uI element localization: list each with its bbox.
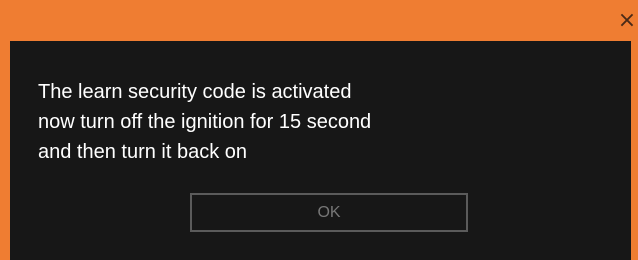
ok-button[interactable]: OK xyxy=(190,193,468,232)
dialog-title-bar: × xyxy=(0,0,638,41)
security-code-dialog: × The learn security code is activated n… xyxy=(0,0,638,260)
close-icon[interactable]: × xyxy=(616,6,638,36)
dialog-message: The learn security code is activated now… xyxy=(38,81,372,163)
dialog-content: The learn security code is activated now… xyxy=(10,41,631,260)
